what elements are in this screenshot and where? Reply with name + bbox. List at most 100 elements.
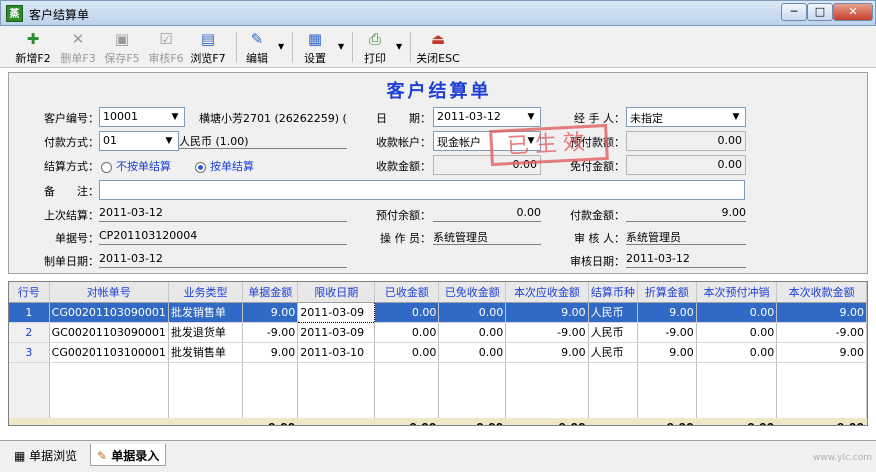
- date-label: 日 期：: [376, 112, 431, 125]
- delete-button[interactable]: ✕ 删单F3: [56, 28, 100, 66]
- new-button[interactable]: ✚ 新增F2: [10, 28, 56, 66]
- browse-button[interactable]: ▤ 浏览F7: [186, 28, 230, 66]
- focused-cell[interactable]: 2011-03-09: [297, 301, 376, 323]
- watermark: www.ylc.com: [813, 453, 872, 463]
- radio-circle-icon: [101, 161, 112, 173]
- col-header[interactable]: 单据金额: [242, 282, 299, 303]
- toolbar-separator: [292, 32, 293, 62]
- radio-by-bill[interactable]: 按单结算: [195, 158, 254, 174]
- operator-value: 系统管理员: [433, 227, 541, 245]
- toolbar-separator: [236, 32, 237, 62]
- title-bar: 蒸 客户结算单 ─ □ ✕: [0, 0, 876, 26]
- col-header[interactable]: 结算币种: [588, 282, 639, 303]
- grid-icon: ▦: [14, 449, 26, 463]
- col-header[interactable]: 本次收款金额: [776, 282, 867, 303]
- bill-no-label: 单据号：: [55, 232, 99, 245]
- total-prepaid-offset: 0.00: [696, 418, 778, 425]
- settings-button[interactable]: ▦ 设置: [298, 28, 332, 66]
- maximize-button[interactable]: □: [807, 3, 833, 21]
- chevron-down-icon[interactable]: ▼: [523, 109, 539, 125]
- edit-icon: ✎: [250, 30, 264, 48]
- detail-grid: 行号 对帐单号 业务类型 单据金额 限收日期 已收金额 已免收金额 本次应收金额…: [8, 281, 868, 426]
- print-button[interactable]: ⎙ 打印: [358, 28, 392, 66]
- handler-label: 经 手 人：: [574, 112, 625, 125]
- waived-field: 0.00: [626, 155, 746, 175]
- toolbar-separator: [410, 32, 411, 62]
- pay-method-field[interactable]: 01 ▼: [99, 131, 179, 151]
- table-row[interactable]: 2 GC00201103090001 批发退货单 -9.00 2011-03-0…: [9, 322, 867, 343]
- total-received: 0.00: [374, 418, 440, 425]
- col-header[interactable]: 限收日期: [297, 282, 376, 303]
- last-settle-label: 上次结算：: [44, 209, 99, 222]
- total-due: 9.00: [505, 418, 589, 425]
- chevron-down-icon[interactable]: ▼: [167, 109, 183, 125]
- close-doc-icon: ⏏: [430, 30, 446, 48]
- remark-input[interactable]: [99, 180, 745, 200]
- customer-name: 横塘小芳2701 (26262259) (: [199, 112, 347, 125]
- create-date-label: 制单日期：: [44, 255, 99, 268]
- prepaid-balance-label: 预付余额：: [376, 209, 431, 222]
- save-button[interactable]: ▣ 保存F5: [100, 28, 144, 66]
- settings-dropdown-arrow[interactable]: ▼: [338, 42, 344, 51]
- save-icon: ▣: [114, 30, 130, 48]
- payment-value: 9.00: [626, 204, 746, 222]
- radio-no-bill[interactable]: 不按单结算: [101, 158, 171, 174]
- col-header[interactable]: 折算金额: [637, 282, 697, 303]
- customer-no-label: 客户编号：: [44, 112, 99, 125]
- table-row[interactable]: 1 CG00201103090001 批发销售单 9.00 2011-03-09…: [9, 301, 867, 323]
- col-header[interactable]: 行号: [9, 282, 50, 303]
- close-doc-button[interactable]: ⏏ 关闭ESC: [414, 28, 462, 66]
- approve-button[interactable]: ☑ 审核F6: [144, 28, 188, 66]
- chevron-down-icon[interactable]: ▼: [728, 109, 744, 125]
- bottom-tab-bar: ▦ 单据浏览 ✎ 单据录入 www.ylc.com: [0, 440, 876, 472]
- settle-mode-label: 结算方式：: [44, 160, 99, 173]
- account-label: 收款帐户：: [376, 136, 431, 149]
- col-header[interactable]: 已免收金额: [438, 282, 507, 303]
- toolbar: ✚ 新增F2 ✕ 删单F3 ▣ 保存F5 ☑ 审核F6 ▤ 浏览F7 ✎ 编辑 …: [0, 26, 876, 68]
- audit-date-value: 2011-03-12: [626, 250, 746, 268]
- close-window-button[interactable]: ✕: [833, 3, 873, 21]
- window-title: 客户结算单: [29, 8, 90, 22]
- grid-totals-row: 9.00 0.00 0.00 9.00 9.00 0.00 9.00: [9, 418, 867, 425]
- pay-method-label: 付款方式：: [44, 136, 99, 149]
- col-header[interactable]: 本次应收金额: [505, 282, 589, 303]
- tab-bill-browse[interactable]: ▦ 单据浏览: [8, 444, 83, 466]
- grid-header-row: 行号 对帐单号 业务类型 单据金额 限收日期 已收金额 已免收金额 本次应收金额…: [9, 282, 867, 303]
- col-header[interactable]: 本次预付冲销: [696, 282, 778, 303]
- browse-icon: ▤: [200, 30, 216, 48]
- prepaid-field: 0.00: [626, 131, 746, 151]
- pen-icon: ✎: [97, 449, 108, 463]
- tab-bill-entry[interactable]: ✎ 单据录入: [90, 444, 167, 466]
- create-date-value: 2011-03-12: [99, 250, 347, 268]
- date-field[interactable]: 2011-03-12 ▼: [433, 107, 541, 127]
- settlement-form: 客户结算单 客户编号： 10001 ▼ 横塘小芳2701 (26262259) …: [8, 72, 868, 274]
- edit-button[interactable]: ✎ 编辑: [240, 28, 274, 66]
- new-doc-icon: ✚: [26, 30, 40, 48]
- table-row[interactable]: 3 CG00201103100001 批发销售单 9.00 2011-03-10…: [9, 342, 867, 363]
- app-icon: 蒸: [6, 5, 23, 22]
- total-bill-amount: 9.00: [242, 418, 299, 425]
- last-settle-value: 2011-03-12: [99, 204, 347, 222]
- print-dropdown-arrow[interactable]: ▼: [396, 42, 402, 51]
- col-header[interactable]: 已收金额: [374, 282, 440, 303]
- remark-label: 备 注：: [44, 185, 99, 198]
- edit-dropdown-arrow[interactable]: ▼: [278, 42, 284, 51]
- handler-field[interactable]: 未指定 ▼: [626, 107, 746, 127]
- col-header[interactable]: 对帐单号: [49, 282, 169, 303]
- total-waived: 0.00: [438, 418, 507, 425]
- chevron-down-icon[interactable]: ▼: [161, 133, 177, 149]
- bill-no-value: CP201103120004: [99, 227, 347, 245]
- payment-label: 付款金额：: [570, 209, 625, 222]
- operator-label: 操 作 员：: [380, 232, 431, 245]
- form-title: 客户结算单: [386, 81, 492, 102]
- auditor-label: 审 核 人：: [574, 232, 625, 245]
- currency-display: 人民币 (1.00): [179, 131, 347, 149]
- delete-icon: ✕: [71, 30, 85, 48]
- customer-no-field[interactable]: 10001 ▼: [99, 107, 185, 127]
- toolbar-separator: [352, 32, 353, 62]
- minimize-button[interactable]: ─: [781, 3, 807, 21]
- approve-icon: ☑: [159, 30, 173, 48]
- total-converted: 9.00: [637, 418, 697, 425]
- col-header[interactable]: 业务类型: [168, 282, 244, 303]
- audit-date-label: 审核日期：: [570, 255, 625, 268]
